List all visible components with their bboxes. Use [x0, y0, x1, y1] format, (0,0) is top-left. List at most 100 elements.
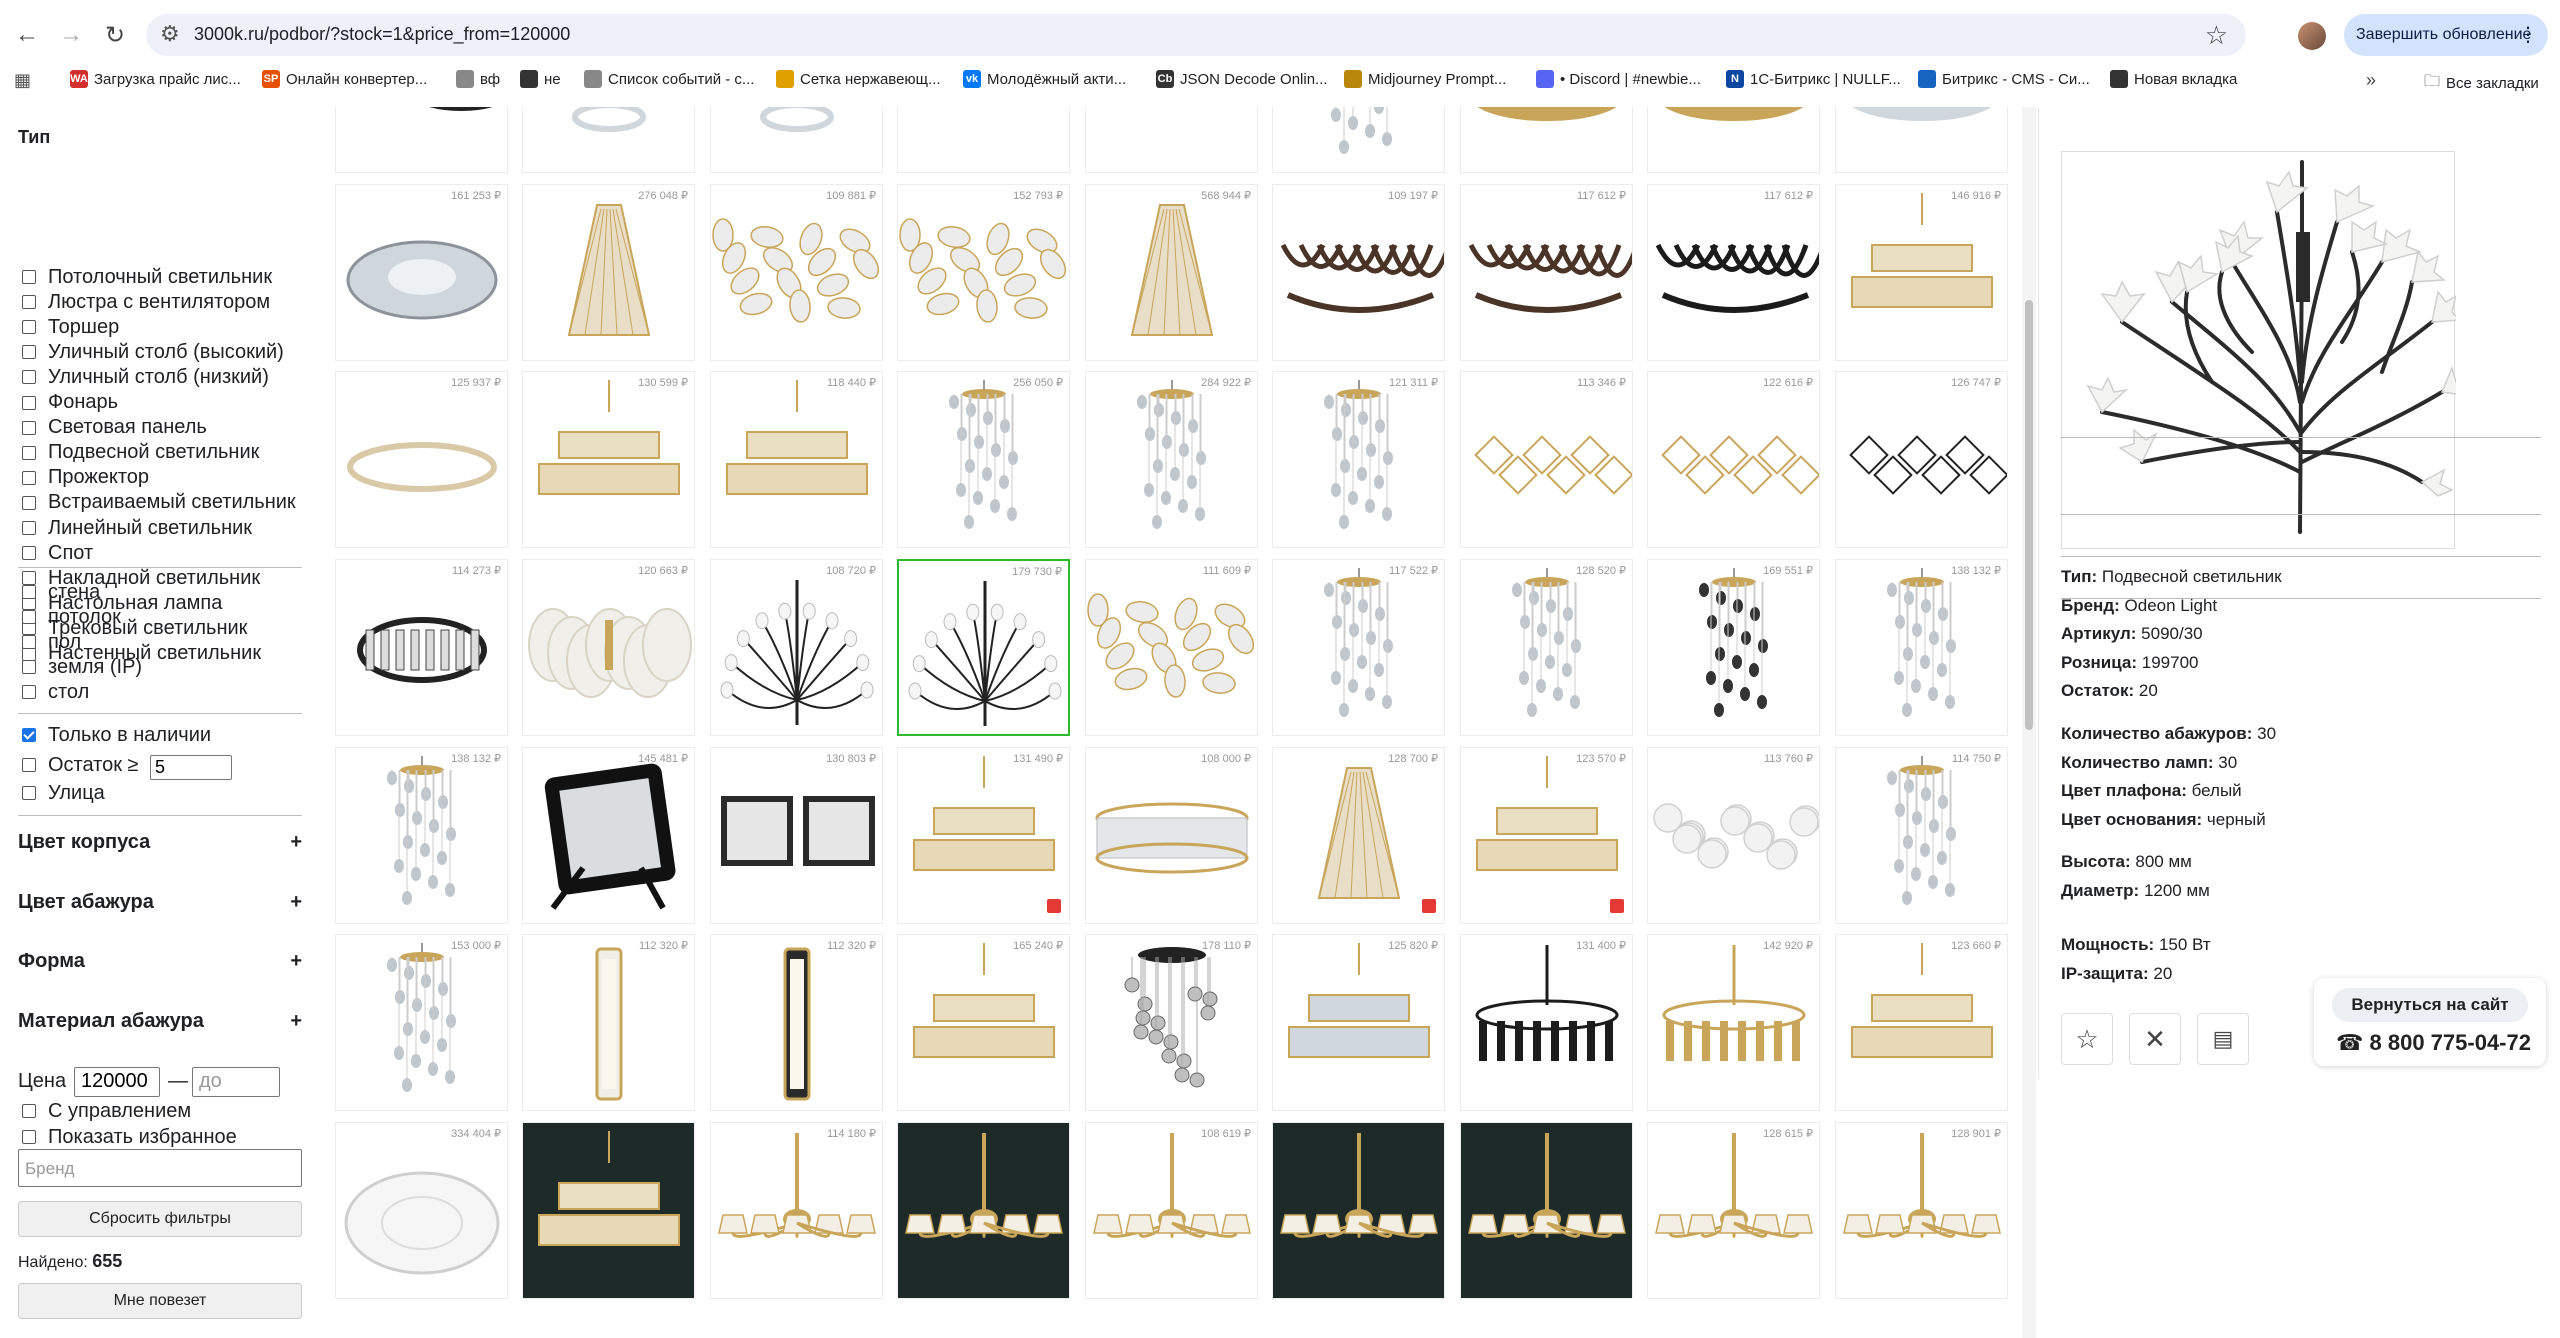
type-checkbox[interactable]: Встраиваемый светильник [22, 491, 296, 515]
product-card[interactable] [897, 1122, 1070, 1299]
product-card[interactable]: 284 922 ₽ [1085, 371, 1258, 548]
product-card[interactable]: 128 520 ₽ [1460, 559, 1633, 736]
product-card[interactable]: 276 048 ₽ [522, 184, 695, 361]
checkbox-icon[interactable] [22, 420, 36, 435]
product-card[interactable]: 169 551 ₽ [1647, 559, 1820, 736]
checkbox-icon[interactable] [22, 495, 36, 510]
bookmark-item[interactable]: не [520, 70, 561, 88]
product-card[interactable]: 117 612 ₽ [1647, 184, 1820, 361]
product-card[interactable]: 145 481 ₽ [522, 747, 695, 924]
checkbox-icon[interactable] [22, 635, 36, 649]
product-card[interactable] [522, 1122, 695, 1299]
checkbox-icon[interactable] [22, 685, 36, 699]
url-text[interactable]: 3000k.ru/podbor/?stock=1&price_from=1200… [194, 24, 570, 45]
forward-arrow-icon[interactable]: → [54, 18, 88, 52]
brand-input[interactable]: Бренд [18, 1149, 302, 1187]
plus-icon[interactable]: + [290, 891, 302, 914]
product-card[interactable]: 131 400 ₽ [1460, 934, 1633, 1111]
product-card[interactable]: 114 750 ₽ [1835, 747, 2008, 924]
product-card[interactable]: 118 440 ₽ [710, 371, 883, 548]
product-card[interactable]: 130 599 ₽ [522, 371, 695, 548]
product-card[interactable]: 120 663 ₽ [522, 559, 695, 736]
checkbox-icon[interactable] [22, 270, 36, 284]
more-bookmarks-icon[interactable]: » [2366, 70, 2376, 91]
product-card[interactable]: 128 615 ₽ [1647, 1122, 1820, 1299]
product-card[interactable]: 108 000 ₽ [1085, 747, 1258, 924]
mount-checkbox[interactable]: стена [22, 580, 100, 604]
checkbox-icon[interactable] [22, 660, 36, 674]
product-card[interactable]: 117 612 ₽ [1460, 184, 1633, 361]
type-checkbox[interactable]: Потолочный светильник [22, 265, 272, 289]
product-card[interactable]: 122 616 ₽ [1647, 371, 1820, 548]
product-card[interactable]: 128 901 ₽ [1835, 1122, 2008, 1299]
accordion-header[interactable]: Материал абажура + [18, 1010, 302, 1033]
accordion-header[interactable]: Цвет абажура + [18, 891, 302, 914]
product-card[interactable] [335, 107, 508, 173]
product-card[interactable]: 179 730 ₽ [897, 559, 1070, 736]
product-card[interactable]: 256 050 ₽ [897, 371, 1070, 548]
street-checkbox[interactable]: Улица [22, 781, 105, 805]
product-card[interactable]: 112 320 ₽ [710, 934, 883, 1111]
checkbox-icon[interactable] [22, 395, 36, 410]
type-checkbox[interactable]: Фонарь [22, 391, 118, 415]
product-card[interactable]: 334 404 ₽ [335, 1122, 508, 1299]
plus-icon[interactable]: + [290, 1010, 302, 1033]
product-card[interactable]: 111 609 ₽ [1085, 559, 1258, 736]
show-favorites-checkbox[interactable]: Показать избранное [22, 1125, 237, 1149]
product-card[interactable]: 108 619 ₽ [1085, 1122, 1258, 1299]
checkbox-icon[interactable] [22, 345, 36, 360]
bookmark-item[interactable]: Список событий - с... [584, 70, 754, 88]
datasheet-icon[interactable]: ▤ [2197, 1013, 2249, 1065]
product-card[interactable]: 138 132 ₽ [335, 747, 508, 924]
bookmark-item[interactable]: WA Загрузка прайс лис... [70, 70, 241, 88]
product-card[interactable]: 117 522 ₽ [1272, 559, 1445, 736]
bookmark-item[interactable]: SP Онлайн конвертер... [262, 70, 427, 88]
product-card[interactable]: 142 920 ₽ [1647, 934, 1820, 1111]
product-card[interactable] [1272, 1122, 1445, 1299]
checkbox-icon[interactable] [22, 585, 36, 599]
mount-checkbox[interactable]: земля (IP) [22, 655, 142, 679]
product-card[interactable]: 126 747 ₽ [1835, 371, 2008, 548]
product-card[interactable]: 114 273 ₽ [335, 559, 508, 736]
stock-min-checkbox[interactable]: Остаток ≥ [22, 753, 139, 777]
checkbox-icon[interactable] [22, 758, 36, 772]
product-card[interactable] [1460, 1122, 1633, 1299]
plus-icon[interactable]: + [290, 831, 302, 854]
product-card[interactable] [1835, 107, 2008, 173]
product-card[interactable]: 121 311 ₽ [1272, 371, 1445, 548]
accordion-header[interactable]: Форма + [18, 950, 302, 973]
product-card[interactable]: 165 240 ₽ [897, 934, 1070, 1111]
price-to-input[interactable]: до [192, 1067, 280, 1097]
apps-grid-icon[interactable]: ▦ [14, 70, 31, 91]
type-checkbox[interactable]: Уличный столб (низкий) [22, 365, 269, 389]
back-to-site-button[interactable]: Вернуться на сайт [2332, 988, 2528, 1022]
product-card[interactable]: 113 346 ₽ [1460, 371, 1633, 548]
product-card[interactable] [1085, 107, 1258, 173]
scrollbar-thumb[interactable] [2025, 300, 2033, 730]
checkbox-icon[interactable] [22, 521, 36, 535]
product-card[interactable]: 112 320 ₽ [522, 934, 695, 1111]
checkbox-icon[interactable] [22, 786, 36, 800]
product-card[interactable]: 178 110 ₽ [1085, 934, 1258, 1111]
omnibox[interactable]: ⚙ 3000k.ru/podbor/?stock=1&price_from=12… [146, 14, 2246, 56]
product-card[interactable]: 146 916 ₽ [1835, 184, 2008, 361]
product-card[interactable]: 131 490 ₽ [897, 747, 1070, 924]
with-control-checkbox[interactable]: С управлением [22, 1099, 191, 1123]
bookmark-item[interactable]: • Discord | #newbie... [1536, 70, 1701, 88]
bookmark-item[interactable]: вф [456, 70, 500, 88]
checkbox-checked-icon[interactable] [22, 728, 36, 742]
product-card[interactable]: 125 937 ₽ [335, 371, 508, 548]
product-card[interactable] [897, 107, 1070, 173]
product-card[interactable] [1647, 107, 1820, 173]
product-card[interactable]: 128 700 ₽ [1272, 747, 1445, 924]
type-checkbox[interactable]: Торшер [22, 315, 119, 339]
checkbox-icon[interactable] [22, 1104, 36, 1118]
checkbox-icon[interactable] [22, 546, 36, 561]
product-card[interactable] [522, 107, 695, 173]
kebab-menu-icon[interactable]: ⋮ [2518, 22, 2538, 47]
all-bookmarks[interactable]: 🗀 Все закладки [2424, 70, 2539, 97]
bookmark-item[interactable]: vk Молодёжный акти... [963, 70, 1126, 88]
accordion-header[interactable]: Цвет корпуса + [18, 831, 302, 854]
mount-checkbox[interactable]: потолок [22, 605, 121, 629]
mount-checkbox[interactable]: пол [22, 630, 81, 654]
